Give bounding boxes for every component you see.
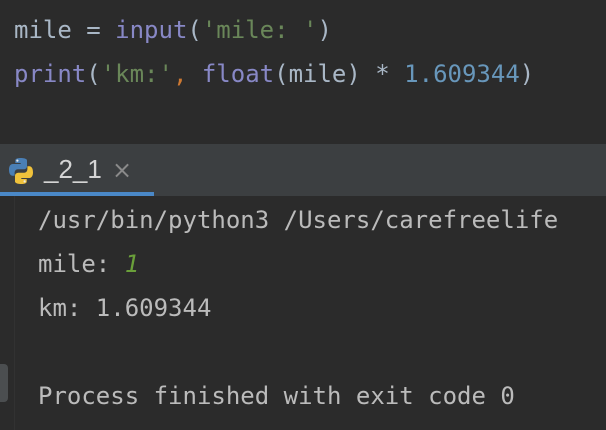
code-operator: *	[360, 60, 405, 88]
run-console[interactable]: /usr/bin/python3 /Users/carefreelife mil…	[0, 196, 606, 430]
code-paren: (	[187, 16, 202, 44]
console-result-line: km: 1.609344	[38, 294, 212, 322]
run-tab-label: _2_1	[44, 154, 102, 184]
console-exit-status: Process finished with exit code 0	[38, 382, 515, 410]
code-variable: mile	[14, 16, 72, 44]
code-builtin-float: float	[201, 60, 275, 88]
console-prompt: mile:	[38, 250, 125, 278]
code-variable: mile	[288, 60, 347, 88]
code-line-2[interactable]: print('km:', float(mile) * 1.609344)	[14, 58, 534, 90]
close-icon[interactable]: ×	[112, 156, 132, 184]
editor-bottom-area	[0, 96, 606, 144]
run-tab[interactable]: _2_1 ×	[0, 144, 154, 196]
code-builtin-input: input	[115, 16, 188, 44]
run-tool-window-tabbar: _2_1 ×	[0, 144, 606, 196]
code-number: 1.609344	[404, 60, 520, 88]
code-paren: )	[317, 16, 332, 44]
code-operator: =	[71, 16, 116, 44]
code-paren: (	[86, 60, 101, 88]
python-icon	[6, 156, 36, 186]
console-user-input: 1	[124, 250, 140, 278]
code-paren: )	[346, 60, 361, 88]
console-gutter	[0, 196, 15, 430]
code-editor[interactable]: mile = input('mile: ') print('km:', floa…	[0, 0, 606, 96]
code-string: 'km:'	[100, 60, 173, 88]
code-paren: (	[274, 60, 289, 88]
code-string: 'mile: '	[201, 16, 318, 44]
code-builtin-print: print	[14, 60, 87, 88]
console-prompt-line: mile: 1	[38, 248, 139, 280]
scroll-handle[interactable]	[0, 364, 8, 402]
code-line-1[interactable]: mile = input('mile: ')	[14, 14, 332, 46]
code-comma: ,	[172, 60, 202, 88]
console-command-line: /usr/bin/python3 /Users/carefreelife	[38, 206, 559, 234]
code-paren: )	[519, 60, 535, 88]
